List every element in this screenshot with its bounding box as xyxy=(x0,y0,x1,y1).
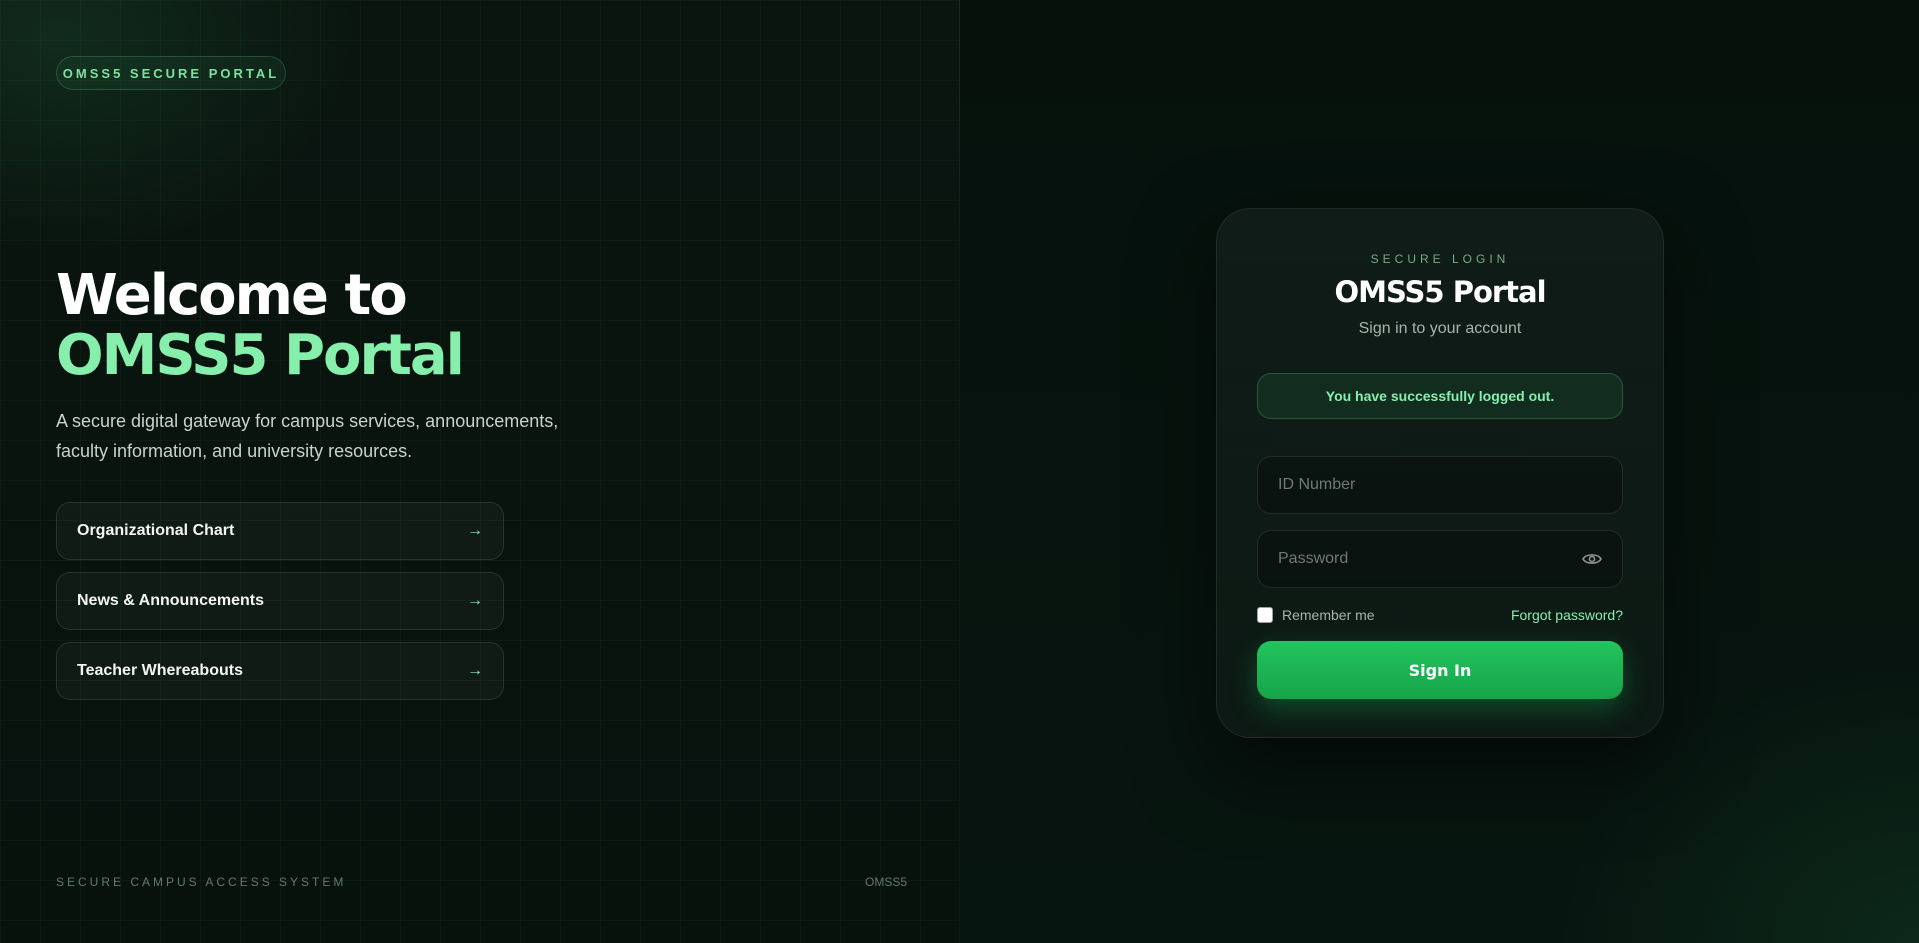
login-subtitle: Sign in to your account xyxy=(1358,320,1522,337)
hero-title: Welcome to OMSS5 Portal xyxy=(56,266,656,386)
footer-tagline: SECURE CAMPUS ACCESS SYSTEM xyxy=(56,875,347,889)
link-label: Organizational Chart xyxy=(77,522,235,539)
remember-me-label: Remember me xyxy=(1282,607,1375,623)
link-label: News & Announcements xyxy=(77,592,264,609)
portal-badge: OMSS5 SECURE PORTAL xyxy=(56,56,286,90)
hero-title-line1: Welcome to xyxy=(56,263,408,328)
footer-brand: OMSS5 xyxy=(865,875,908,889)
sign-in-button[interactable]: Sign In xyxy=(1257,641,1623,699)
link-news-announcements[interactable]: News & Announcements → xyxy=(56,572,504,630)
login-eyebrow: SECURE LOGIN xyxy=(1370,252,1510,266)
forgot-password-link[interactable]: Forgot password? xyxy=(1511,607,1623,623)
id-number-field xyxy=(1257,456,1623,514)
login-options-row: Remember me Forgot password? xyxy=(1257,605,1623,625)
quick-links: Organizational Chart → News & Announceme… xyxy=(56,502,504,712)
arrow-right-icon: → xyxy=(467,522,483,539)
login-title: OMSS5 Portal xyxy=(1334,275,1546,309)
welcome-panel: OMSS5 SECURE PORTAL Welcome to OMSS5 Por… xyxy=(0,0,960,943)
remember-me-checkbox[interactable] xyxy=(1257,607,1273,623)
login-panel: SECURE LOGIN OMSS5 Portal Sign in to you… xyxy=(960,0,1919,943)
password-field xyxy=(1257,530,1623,588)
arrow-right-icon: → xyxy=(467,592,483,609)
password-input[interactable] xyxy=(1278,550,1582,568)
link-label: Teacher Whereabouts xyxy=(77,662,243,679)
login-page: OMSS5 SECURE PORTAL Welcome to OMSS5 Por… xyxy=(0,0,1919,943)
hero-description: A secure digital gateway for campus serv… xyxy=(56,411,559,461)
remember-me: Remember me xyxy=(1257,607,1375,623)
id-number-input[interactable] xyxy=(1278,476,1602,494)
link-organizational-chart[interactable]: Organizational Chart → xyxy=(56,502,504,560)
hero-title-line2: OMSS5 Portal xyxy=(56,323,465,388)
background-grid xyxy=(0,0,959,943)
arrow-right-icon: → xyxy=(467,662,483,679)
login-card: SECURE LOGIN OMSS5 Portal Sign in to you… xyxy=(1216,208,1664,738)
eye-icon[interactable] xyxy=(1582,552,1602,566)
link-teacher-whereabouts[interactable]: Teacher Whereabouts → xyxy=(56,642,504,700)
logout-success-alert: You have successfully logged out. xyxy=(1257,373,1623,419)
